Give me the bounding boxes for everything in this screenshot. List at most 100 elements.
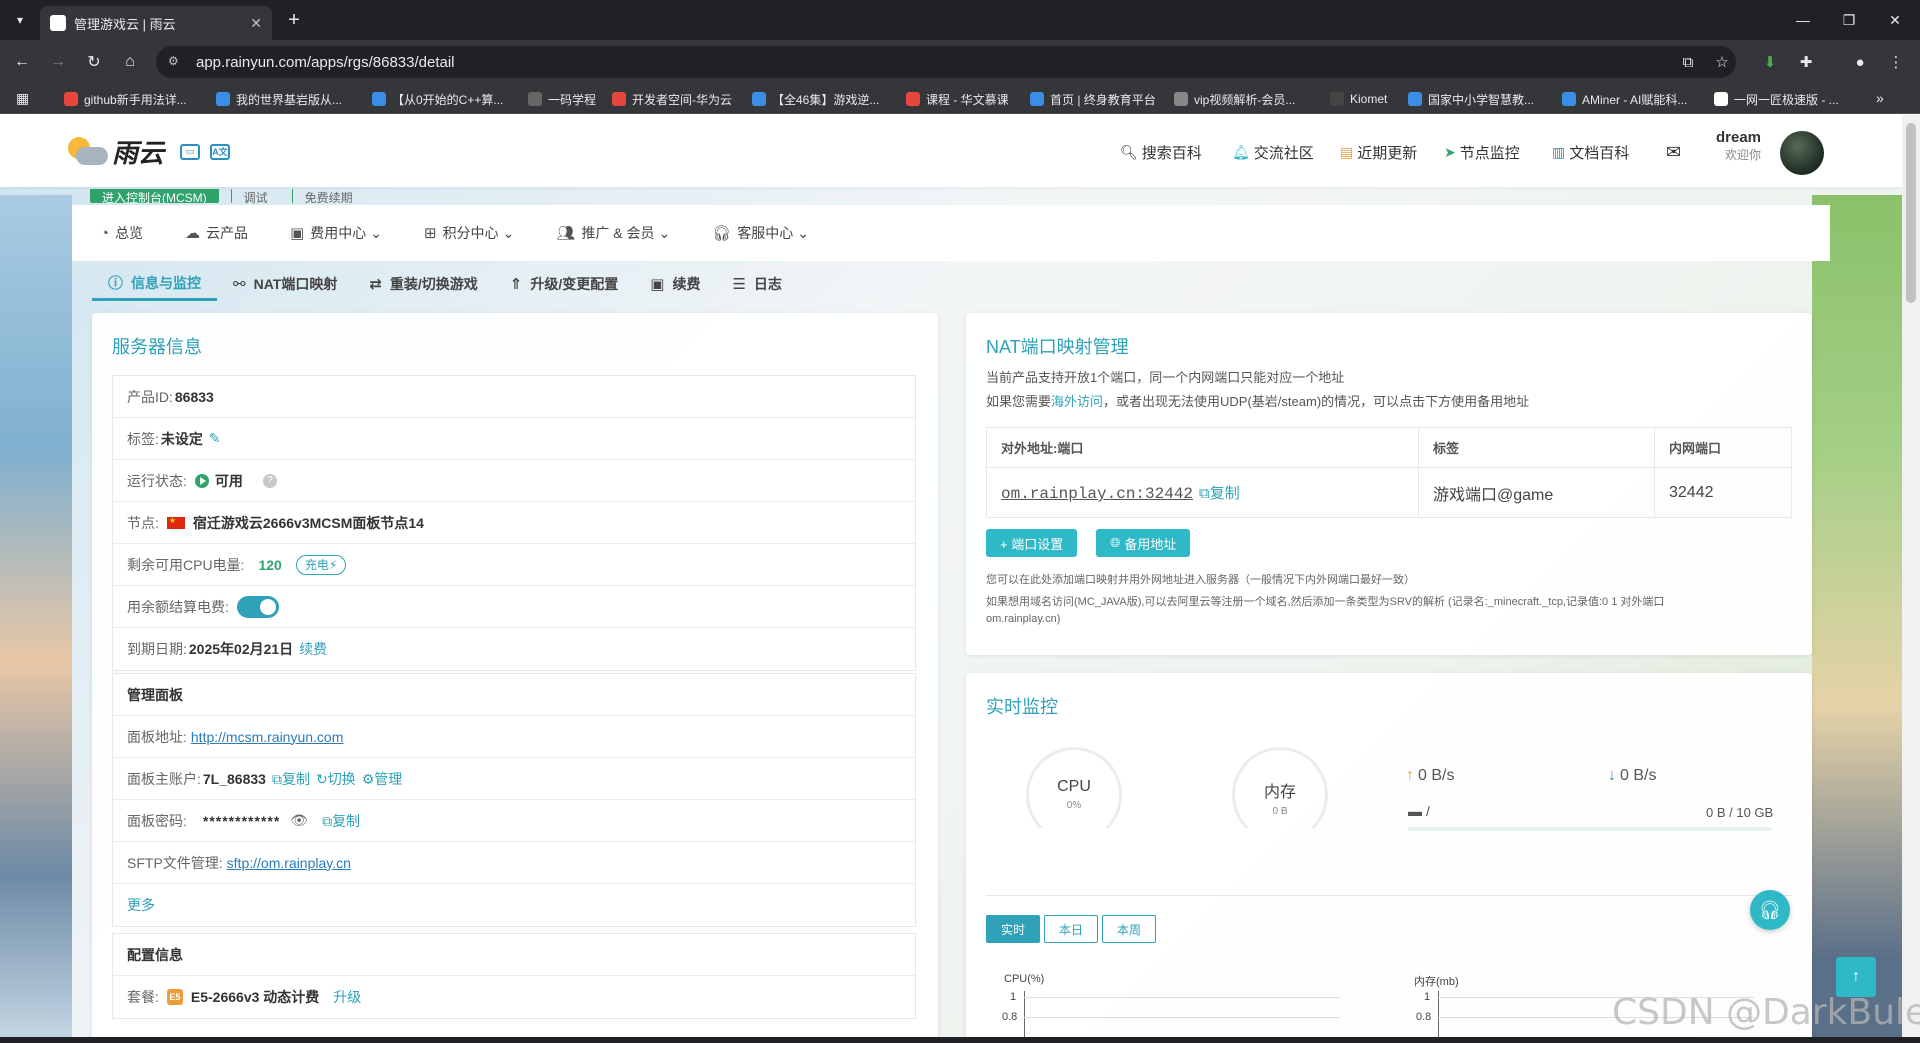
charge-button[interactable]: 充电⚡︎ (295, 554, 347, 575)
more-menu-icon[interactable]: ⋮ (1884, 50, 1908, 74)
subnav-promotion[interactable]: 👥︎ 推广 & 会员 ⌄ (556, 223, 670, 243)
info-icon: ⓘ (108, 275, 124, 292)
overseas-access-link[interactable]: 海外访问 (1051, 394, 1103, 409)
bookmark-star-icon[interactable]: ☆ (1710, 50, 1734, 74)
bookmark-label: 课程 - 华文慕课 (926, 92, 1009, 107)
tab-logs[interactable]: ☰ 日志 (716, 267, 797, 301)
site-info-icon[interactable]: ⚙ (168, 54, 184, 70)
bookmark-favicon-icon (216, 92, 230, 106)
page-scrollbar[interactable] (1902, 115, 1920, 1043)
bookmark-item[interactable]: 【从0开始的C++算... (372, 90, 503, 108)
window-close-icon[interactable]: ✕ (1872, 0, 1918, 40)
back-to-top-arrow-icon[interactable]: ↑ (1836, 957, 1876, 997)
watermark: CSDN @DarkBule_ (1612, 992, 1920, 1033)
more-link[interactable]: 更多 (127, 895, 155, 915)
bookmark-item[interactable]: 我的世界基岩版从... (216, 90, 342, 108)
mem-gauge-label: 内存 (1263, 784, 1296, 801)
rainyun-logo[interactable]: 雨云 ▭ A文 (68, 133, 231, 170)
bookmark-item[interactable]: Kiomet (1330, 90, 1387, 108)
home-icon[interactable]: ⌂ (118, 50, 142, 74)
nat-note-3: om.rainplay.cn) (986, 613, 1061, 625)
subnav-overview[interactable]: ◔ 总览 (100, 223, 143, 243)
subnav-points[interactable]: ⊞ 积分中心 ⌄ (424, 223, 514, 243)
plan-row: 套餐: E5 E5-2666v3 动态计费 升级 (127, 987, 362, 1007)
tab-upgrade[interactable]: ⇑ 升级/变更配置 (494, 267, 634, 301)
backup-address-button[interactable]: 🌐︎ 备用地址 (1096, 529, 1191, 557)
cpu-chart-label: CPU(%) (1004, 973, 1045, 985)
nav-search-wiki[interactable]: 🔍︎ 搜索百科 (1120, 142, 1202, 163)
extensions-puzzle-icon[interactable]: ✚ (1794, 50, 1818, 74)
range-week-button[interactable]: 本周 (1102, 915, 1156, 943)
avatar[interactable] (1780, 131, 1824, 175)
upgrade-link[interactable]: 升级 (333, 987, 361, 1007)
download-extension-icon[interactable]: ⬇ (1758, 50, 1782, 74)
renew-link[interactable]: 续费 (299, 639, 327, 659)
bookmark-item[interactable]: 课程 - 华文慕课 (906, 90, 1009, 108)
debug-button[interactable]: 调试 (230, 189, 280, 205)
panel-url-link[interactable]: http://mcsm.rainyun.com (191, 729, 344, 745)
reload-icon[interactable]: ↻ (82, 50, 106, 74)
bookmark-item[interactable]: 国家中小学智慧教... (1408, 90, 1534, 108)
user-info[interactable]: dream 欢迎你 (1716, 129, 1761, 163)
show-password-eye-icon[interactable]: 👁︎ (290, 812, 308, 829)
bookmark-item[interactable]: AMiner - AI赋能科... (1562, 90, 1687, 108)
image-icon[interactable]: ▭ (180, 143, 201, 160)
nav-updates[interactable]: ▤ 近期更新 (1340, 142, 1417, 163)
manage-account-button[interactable]: ⚙管理 (362, 769, 403, 789)
forward-arrow-icon[interactable]: → (46, 50, 70, 74)
restore-icon[interactable]: ❐ (1826, 0, 1872, 40)
external-address-link[interactable]: om.rainplay.cn:32442 (1001, 485, 1193, 503)
bookmark-item[interactable]: vip视频解析-会员... (1174, 90, 1295, 108)
address-bar[interactable]: ⚙ app.rainyun.com/apps/rgs/86833/detail (156, 46, 1736, 78)
install-app-icon[interactable]: ⧉ (1676, 50, 1700, 74)
disk-icon: ▬ (1408, 803, 1422, 819)
apps-grid-icon[interactable]: ▦ (16, 90, 29, 107)
copy-account-button[interactable]: ⧉复制 (272, 769, 310, 789)
panel-title: 管理面板 (113, 674, 915, 716)
new-tab-plus-icon[interactable]: + (282, 8, 306, 32)
copy-address-button[interactable]: ⧉复制 (1199, 485, 1240, 502)
download-speed: ↓ 0 B/s (1608, 767, 1657, 784)
mail-icon[interactable]: ✉ (1666, 142, 1681, 163)
profile-icon[interactable]: ● (1848, 50, 1872, 74)
range-today-button[interactable]: 本日 (1044, 915, 1098, 943)
subnav-support[interactable]: 🎧︎ 客服中心 ⌄ (712, 223, 809, 243)
back-arrow-icon[interactable]: ← (10, 50, 34, 74)
nav-docs[interactable]: ▥ 文档百科 (1552, 142, 1629, 163)
help-icon[interactable]: ? (262, 473, 277, 488)
bookmark-item[interactable]: 一码学程 (528, 90, 596, 108)
swap-icon: ⇄ (369, 276, 382, 293)
bookmark-label: 首页 | 终身教育平台 (1050, 92, 1156, 107)
support-headset-icon[interactable]: 🎧︎ (1750, 890, 1790, 930)
range-realtime-button[interactable]: 实时 (986, 915, 1040, 943)
edit-icon[interactable]: ✎ (209, 430, 221, 447)
minimize-icon[interactable]: — (1780, 0, 1826, 40)
bookmark-item[interactable]: 开发者空间-华为云 (612, 90, 732, 108)
balance-billing-toggle[interactable] (236, 595, 279, 618)
copy-password-button[interactable]: ⧉复制 (322, 811, 360, 831)
subnav-cloud-products[interactable]: ☁ 云产品 (185, 223, 248, 243)
subnav-billing[interactable]: ▣ 费用中心 ⌄ (290, 223, 382, 243)
free-renew-button[interactable]: 免费续期 (291, 189, 365, 205)
more-bookmarks-chevron-icon[interactable]: » (1876, 90, 1884, 106)
tab-nat[interactable]: ⚯ NAT端口映射 (217, 267, 353, 301)
cpu-chart-tick-0.8: 0.8 (1002, 1011, 1018, 1023)
tab-reinstall[interactable]: ⇄ 重装/切换游戏 (353, 267, 493, 301)
tab-close-icon[interactable]: ✕ (250, 15, 262, 32)
scrollbar-thumb[interactable] (1906, 123, 1916, 303)
bookmark-item[interactable]: 首页 | 终身教育平台 (1030, 90, 1156, 108)
bookmark-item[interactable]: 一网一匠极速版 - ... (1714, 90, 1839, 108)
nav-community[interactable]: 🔔︎ 交流社区 (1232, 142, 1314, 163)
port-settings-button[interactable]: + 端口设置 (986, 529, 1078, 557)
bookmark-item[interactable]: github新手用法详... (64, 90, 187, 108)
tab-info-monitor[interactable]: ⓘ 信息与监控 (92, 267, 218, 301)
browser-tab-active[interactable]: 管理游戏云 | 雨云 ✕ (40, 6, 272, 40)
console-mcsm-button[interactable]: 进入控制台(MCSM) (90, 189, 219, 203)
sftp-link[interactable]: sftp://om.rainplay.cn (227, 855, 351, 871)
tab-list-chevron-icon[interactable]: ▾ (8, 8, 32, 32)
tab-renew[interactable]: ▣ 续费 (634, 267, 716, 301)
bookmark-item[interactable]: 【全46集】游戏逆... (752, 90, 879, 108)
nav-node-monitor[interactable]: ➤ 节点监控 (1444, 142, 1520, 163)
switch-account-button[interactable]: ↻切换 (316, 769, 356, 789)
translate-icon[interactable]: A文 (210, 143, 231, 160)
